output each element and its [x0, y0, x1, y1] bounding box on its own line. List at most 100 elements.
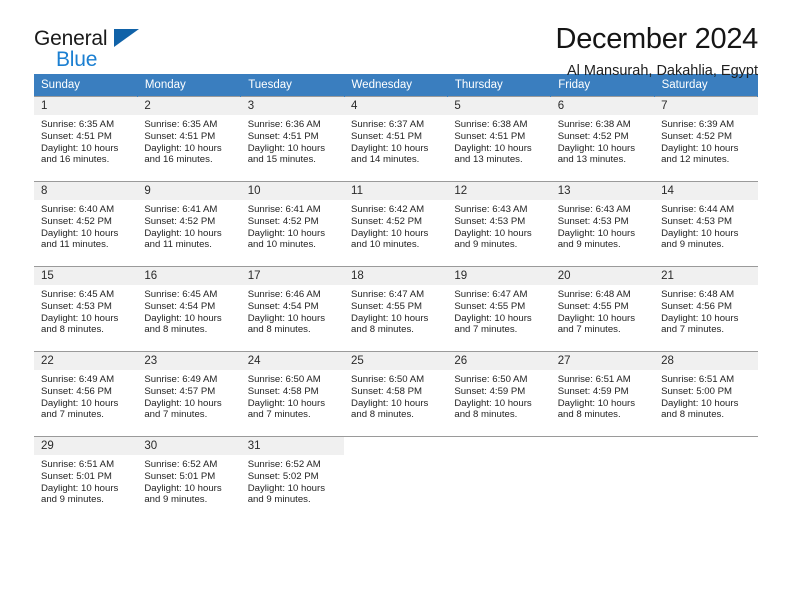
- day-cell[interactable]: 22 Sunrise: 6:49 AM Sunset: 4:56 PM Dayl…: [34, 351, 138, 428]
- day-cell[interactable]: 11 Sunrise: 6:42 AM Sunset: 4:52 PM Dayl…: [344, 181, 448, 258]
- daylight-text-line2: and 16 minutes.: [41, 154, 110, 166]
- daylight-text-line2: and 8 minutes.: [454, 409, 518, 421]
- day-cell[interactable]: 19 Sunrise: 6:47 AM Sunset: 4:55 PM Dayl…: [447, 266, 551, 343]
- day-cell[interactable]: 2 Sunrise: 6:35 AM Sunset: 4:51 PM Dayli…: [137, 96, 241, 173]
- daylight-text-line2: and 7 minutes.: [247, 409, 311, 421]
- week-separator-cell: [34, 428, 758, 437]
- day-number: 2: [137, 97, 241, 115]
- logo-triangle-icon: [114, 29, 139, 47]
- sunrise-text: Sunrise: 6:36 AM: [247, 119, 321, 130]
- sunset-text: Sunset: 4:52 PM: [144, 215, 216, 227]
- day-number: 22: [34, 352, 138, 370]
- generalblue-logo[interactable]: General Blue: [34, 22, 154, 74]
- day-cell[interactable]: 8 Sunrise: 6:40 AM Sunset: 4:52 PM Dayli…: [34, 181, 138, 258]
- day-number: 5: [447, 97, 551, 115]
- sunrise-text: Sunrise: 6:44 AM: [661, 204, 735, 215]
- week-row: 29 Sunrise: 6:51 AM Sunset: 5:01 PM Dayl…: [34, 436, 758, 513]
- day-number: 21: [654, 267, 758, 285]
- day-cell[interactable]: 25 Sunrise: 6:50 AM Sunset: 4:58 PM Dayl…: [344, 351, 448, 428]
- calendar-body: 1 Sunrise: 6:35 AM Sunset: 4:51 PM Dayli…: [34, 96, 758, 513]
- day-cell[interactable]: 31 Sunrise: 6:52 AM Sunset: 5:02 PM Dayl…: [240, 436, 345, 513]
- day-cell[interactable]: 20 Sunrise: 6:48 AM Sunset: 4:55 PM Dayl…: [550, 266, 655, 343]
- day-cell[interactable]: 23 Sunrise: 6:49 AM Sunset: 4:57 PM Dayl…: [137, 351, 241, 428]
- day-number: 25: [344, 352, 448, 370]
- logo-text-blue: Blue: [56, 48, 98, 71]
- day-number: 18: [344, 267, 448, 285]
- day-cell[interactable]: 10 Sunrise: 6:41 AM Sunset: 4:52 PM Dayl…: [240, 181, 345, 258]
- calendar-page: General Blue December 2024 Al Mansurah, …: [0, 0, 792, 612]
- daylight-text-line2: and 12 minutes.: [661, 154, 730, 166]
- sunset-text: Sunset: 4:51 PM: [247, 130, 319, 142]
- day-cell[interactable]: 28 Sunrise: 6:51 AM Sunset: 5:00 PM Dayl…: [654, 351, 758, 428]
- day-number: 6: [550, 97, 655, 115]
- daylight-text-line1: Daylight: 10 hours: [661, 312, 739, 324]
- page-title: December 2024: [555, 23, 759, 55]
- daylight-text-line2: and 8 minutes.: [144, 324, 208, 336]
- day-cell[interactable]: 15 Sunrise: 6:45 AM Sunset: 4:53 PM Dayl…: [34, 266, 138, 343]
- sunrise-text: Sunrise: 6:35 AM: [144, 119, 218, 130]
- day-details: Sunrise: 6:48 AM Sunset: 4:56 PM Dayligh…: [654, 285, 757, 343]
- day-details: Sunrise: 6:44 AM Sunset: 4:53 PM Dayligh…: [654, 200, 757, 258]
- day-details: Sunrise: 6:39 AM Sunset: 4:52 PM Dayligh…: [654, 115, 757, 173]
- day-cell[interactable]: 27 Sunrise: 6:51 AM Sunset: 4:59 PM Dayl…: [550, 351, 655, 428]
- sunrise-text: Sunrise: 6:52 AM: [144, 459, 218, 470]
- day-details: Sunrise: 6:47 AM Sunset: 4:55 PM Dayligh…: [447, 285, 550, 343]
- daylight-text-line1: Daylight: 10 hours: [454, 312, 532, 324]
- daylight-text-line2: and 16 minutes.: [144, 154, 213, 166]
- sunset-text: Sunset: 4:57 PM: [144, 385, 216, 397]
- sunset-text: Sunset: 4:52 PM: [557, 130, 629, 142]
- sunrise-text: Sunrise: 6:41 AM: [144, 204, 218, 215]
- page-subtitle-location: Al Mansurah, Dakahlia, Egypt: [566, 63, 758, 79]
- daylight-text-line2: and 8 minutes.: [661, 409, 724, 421]
- day-cell[interactable]: 7 Sunrise: 6:39 AM Sunset: 4:52 PM Dayli…: [654, 96, 758, 173]
- weekday-header-monday: Monday: [137, 74, 242, 97]
- sunrise-text: Sunrise: 6:35 AM: [41, 119, 115, 130]
- day-cell[interactable]: 5 Sunrise: 6:38 AM Sunset: 4:51 PM Dayli…: [447, 96, 551, 173]
- day-cell[interactable]: 24 Sunrise: 6:50 AM Sunset: 4:58 PM Dayl…: [240, 351, 345, 428]
- sunset-text: Sunset: 5:01 PM: [144, 470, 216, 482]
- sunset-text: Sunset: 4:59 PM: [454, 385, 526, 397]
- week-row: 15 Sunrise: 6:45 AM Sunset: 4:53 PM Dayl…: [34, 266, 758, 343]
- day-number: 1: [34, 97, 138, 115]
- day-number: [550, 437, 655, 455]
- day-cell[interactable]: 18 Sunrise: 6:47 AM Sunset: 4:55 PM Dayl…: [344, 266, 448, 343]
- daylight-text-line1: Daylight: 10 hours: [661, 397, 739, 409]
- day-cell[interactable]: 14 Sunrise: 6:44 AM Sunset: 4:53 PM Dayl…: [654, 181, 758, 258]
- day-number: [447, 437, 551, 455]
- day-details: Sunrise: 6:43 AM Sunset: 4:53 PM Dayligh…: [447, 200, 550, 258]
- sunrise-text: Sunrise: 6:42 AM: [351, 204, 425, 215]
- daylight-text-line2: and 8 minutes.: [351, 324, 414, 336]
- day-number: 4: [344, 97, 448, 115]
- sunrise-text: Sunrise: 6:50 AM: [454, 374, 528, 385]
- week-separator: [34, 343, 758, 352]
- day-cell[interactable]: 29 Sunrise: 6:51 AM Sunset: 5:01 PM Dayl…: [34, 436, 138, 513]
- sunset-text: Sunset: 4:52 PM: [661, 130, 732, 142]
- day-cell[interactable]: 12 Sunrise: 6:43 AM Sunset: 4:53 PM Dayl…: [447, 181, 551, 258]
- sunset-text: Sunset: 4:53 PM: [41, 300, 112, 312]
- daylight-text-line2: and 8 minutes.: [351, 409, 414, 421]
- daylight-text-line2: and 13 minutes.: [454, 154, 523, 166]
- daylight-text-line1: Daylight: 10 hours: [247, 227, 326, 239]
- day-details: Sunrise: 6:41 AM Sunset: 4:52 PM Dayligh…: [137, 200, 240, 258]
- sunset-text: Sunset: 4:55 PM: [351, 300, 422, 312]
- day-cell[interactable]: 3 Sunrise: 6:36 AM Sunset: 4:51 PM Dayli…: [240, 96, 345, 173]
- sunset-text: Sunset: 4:55 PM: [557, 300, 629, 312]
- day-cell[interactable]: 4 Sunrise: 6:37 AM Sunset: 4:51 PM Dayli…: [344, 96, 448, 173]
- day-cell[interactable]: 26 Sunrise: 6:50 AM Sunset: 4:59 PM Dayl…: [447, 351, 551, 428]
- day-details: Sunrise: 6:50 AM Sunset: 4:58 PM Dayligh…: [344, 370, 447, 428]
- sunset-text: Sunset: 4:51 PM: [144, 130, 216, 142]
- day-cell[interactable]: 30 Sunrise: 6:52 AM Sunset: 5:01 PM Dayl…: [137, 436, 241, 513]
- day-cell[interactable]: 6 Sunrise: 6:38 AM Sunset: 4:52 PM Dayli…: [550, 96, 655, 173]
- day-cell[interactable]: 17 Sunrise: 6:46 AM Sunset: 4:54 PM Dayl…: [240, 266, 345, 343]
- day-cell[interactable]: 21 Sunrise: 6:48 AM Sunset: 4:56 PM Dayl…: [654, 266, 758, 343]
- sunrise-text: Sunrise: 6:47 AM: [351, 289, 425, 300]
- day-cell[interactable]: 1 Sunrise: 6:35 AM Sunset: 4:51 PM Dayli…: [34, 96, 138, 173]
- day-cell[interactable]: 13 Sunrise: 6:43 AM Sunset: 4:53 PM Dayl…: [550, 181, 655, 258]
- page-header: General Blue December 2024 Al Mansurah, …: [34, 0, 759, 79]
- day-cell[interactable]: 16 Sunrise: 6:45 AM Sunset: 4:54 PM Dayl…: [137, 266, 241, 343]
- daylight-text-line1: Daylight: 10 hours: [557, 227, 636, 239]
- week-row: 22 Sunrise: 6:49 AM Sunset: 4:56 PM Dayl…: [34, 351, 758, 428]
- day-number: 27: [550, 352, 655, 370]
- daylight-text-line2: and 7 minutes.: [557, 324, 621, 336]
- day-cell[interactable]: 9 Sunrise: 6:41 AM Sunset: 4:52 PM Dayli…: [137, 181, 241, 258]
